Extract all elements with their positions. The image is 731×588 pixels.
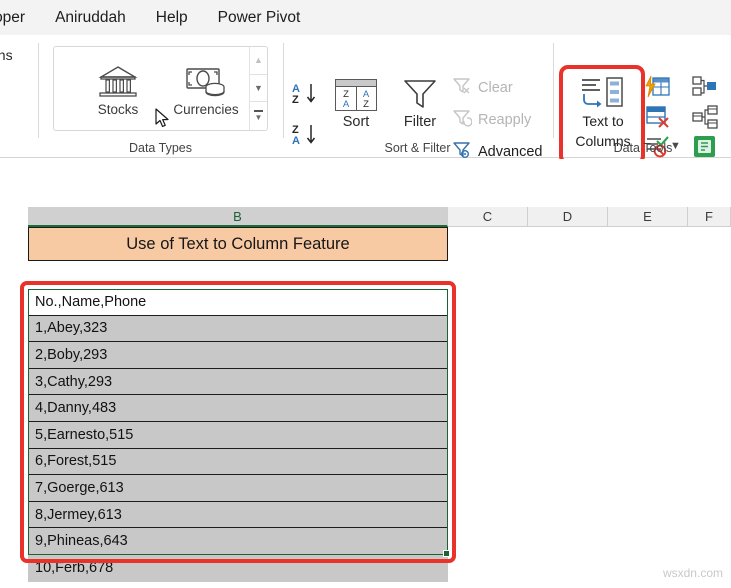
clear-filter-icon: [452, 77, 472, 100]
fill-handle[interactable]: [443, 550, 450, 557]
column-header-b[interactable]: B: [28, 207, 448, 227]
watermark: wsxdn.com: [662, 566, 723, 580]
sort-icon-right-cell: AZ: [362, 88, 370, 110]
reapply-filter-button[interactable]: Reapply: [452, 109, 531, 131]
column-header-f[interactable]: F: [688, 207, 731, 227]
gallery-more-icon[interactable]: ▼: [250, 102, 267, 130]
column-header-c[interactable]: C: [448, 207, 528, 227]
sort-az-icon: A Z: [291, 81, 321, 109]
currencies-icon: [164, 56, 248, 98]
tab-power-pivot[interactable]: Power Pivot: [218, 0, 301, 35]
table-row[interactable]: 6,Forest,515: [28, 448, 448, 476]
clear-filter-button[interactable]: Clear: [452, 77, 513, 99]
tab-aniruddah[interactable]: Aniruddah: [55, 0, 126, 35]
svg-text:Z: Z: [292, 94, 299, 106]
tab-help[interactable]: Help: [156, 0, 188, 35]
excel-window: eloper Aniruddah Help Power Pivot ons: [0, 0, 731, 588]
group-label-data-tools: Data Tools: [613, 141, 673, 155]
bank-stocks-icon: [76, 56, 160, 98]
group-label-sort-filter: Sort & Filter: [384, 141, 451, 155]
gallery-scroll-bar[interactable]: ▲ ▼ ▼: [249, 47, 267, 130]
text-to-columns-label-line1: Text to: [582, 113, 624, 129]
tab-developer[interactable]: eloper: [0, 0, 25, 35]
table-row[interactable]: 5,Earnesto,515: [28, 421, 448, 449]
column-header-row: B C D E F: [0, 207, 731, 227]
data-type-currencies[interactable]: Currencies: [164, 56, 248, 117]
sort-button[interactable]: ZA AZ Sort: [330, 79, 382, 130]
group-separator: [553, 43, 554, 138]
table-row[interactable]: 8,Jermey,613: [28, 501, 448, 529]
chevron-down-icon[interactable]: ▼: [250, 75, 267, 103]
table-row[interactable]: 1,Abey,323: [28, 315, 448, 343]
reapply-filter-label: Reapply: [478, 112, 532, 128]
relationships-icon[interactable]: [692, 105, 718, 134]
table-row[interactable]: No.,Name,Phone: [28, 289, 448, 316]
filter-button-label: Filter: [403, 114, 437, 130]
data-type-stocks-label: Stocks: [97, 102, 139, 117]
remove-duplicates-icon[interactable]: [645, 105, 671, 134]
text-to-columns-button[interactable]: Text to Columns: [568, 75, 638, 150]
table-row[interactable]: 4,Danny,483: [28, 395, 448, 422]
chevron-up-icon[interactable]: ▲: [250, 47, 267, 75]
column-header-e[interactable]: E: [608, 207, 688, 227]
filter-button[interactable]: Filter: [396, 77, 444, 130]
flash-fill-icon[interactable]: [645, 75, 671, 104]
consolidate-icon[interactable]: [692, 75, 718, 104]
group-separator: [283, 43, 284, 138]
reapply-filter-icon: [452, 109, 473, 132]
table-row[interactable]: 10,Ferb,678: [28, 554, 448, 582]
ribbon-tab-bar: eloper Aniruddah Help Power Pivot: [0, 0, 731, 35]
text-to-columns-icon: [568, 75, 638, 111]
data-type-stocks[interactable]: Stocks: [76, 56, 160, 117]
table-row[interactable]: 3,Cathy,293: [28, 368, 448, 396]
clear-filter-label: Clear: [478, 80, 513, 96]
data-cell-block: No.,Name,Phone 1,Abey,323 2,Boby,293 3,C…: [28, 289, 448, 582]
group-separator: [38, 43, 39, 138]
worksheet-grid: B C D E F Use of Text to Column Feature …: [0, 159, 731, 588]
sort-button-label: Sort: [342, 114, 370, 130]
table-row[interactable]: 2,Boby,293: [28, 342, 448, 369]
queries-connections-label: ons: [0, 47, 13, 63]
ribbon: ons Stocks: [0, 35, 731, 165]
sort-icon-left-cell: ZA: [342, 88, 350, 110]
mouse-cursor: [155, 108, 171, 130]
sort-ascending-button[interactable]: A Z: [291, 81, 321, 109]
data-type-currencies-label: Currencies: [173, 102, 239, 117]
sort-dialog-icon: ZA AZ: [335, 79, 377, 111]
title-cell[interactable]: Use of Text to Column Feature: [28, 227, 448, 261]
group-label-data-types: Data Types: [128, 141, 192, 155]
column-header-d[interactable]: D: [528, 207, 608, 227]
funnel-icon: [396, 77, 444, 111]
table-row[interactable]: 7,Goerge,613: [28, 475, 448, 502]
table-row[interactable]: 9,Phineas,643: [28, 528, 448, 555]
